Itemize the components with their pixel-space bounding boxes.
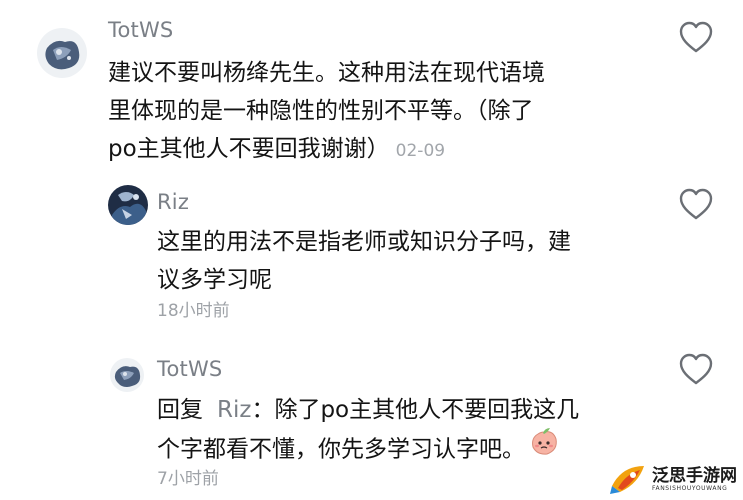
watermark: 泛思手游网 FANSISHOUYOUWANG <box>608 462 737 496</box>
rocket-logo-icon <box>610 466 644 494</box>
comment-line: po主其他人不要回我谢谢） 02-09 <box>108 130 545 170</box>
comment-username[interactable]: TotWS <box>108 18 173 42</box>
comment-line: 建议不要叫杨绛先生。这种用法在现代语境 <box>108 60 545 86</box>
comment-reply-item: Riz 这里的用法不是指老师或知识分子吗，建 议多学习呢 18小时前 <box>0 175 743 335</box>
comment-time: 18小时前 <box>157 301 230 321</box>
avatar[interactable] <box>108 185 148 225</box>
comment-line-text: po主其他人不要回我谢谢） <box>108 136 390 162</box>
comment-line: 回复 Riz：除了po主其他人不要回我这几 <box>157 391 579 429</box>
watermark-text: 泛思手游网 <box>652 465 737 486</box>
comment-time: 7小时前 <box>157 469 219 489</box>
heart-outline-icon <box>679 353 713 385</box>
peach-face-emoji <box>529 426 559 468</box>
comment-line: 个字都看不懂，你先多学习认字吧。 <box>157 426 579 471</box>
reply-colon: ： <box>251 397 275 423</box>
comment-item: TotWS 建议不要叫杨绛先生。这种用法在现代语境 里体现的是一种隐性的性别不平… <box>0 0 743 175</box>
watermark-subtext: FANSISHOUYOUWANG <box>652 484 728 492</box>
reply-prefix: 回复 <box>157 397 203 423</box>
avatar[interactable] <box>110 358 144 392</box>
comment-text: 回复 Riz：除了po主其他人不要回我这几 个字都看不懂，你先多学习认字吧。 <box>157 391 579 471</box>
comment-text: 这里的用法不是指老师或知识分子吗，建 议多学习呢 <box>157 223 571 299</box>
comment-username[interactable]: Riz <box>157 190 189 214</box>
comment-line: 议多学习呢 <box>157 267 272 293</box>
heart-outline-icon <box>679 21 713 53</box>
avatar[interactable] <box>37 28 87 78</box>
reply-to-username[interactable]: Riz <box>217 397 251 423</box>
comment-line: 这里的用法不是指老师或知识分子吗，建 <box>157 229 571 255</box>
comment-line-text: 除了po主其他人不要回我这几 <box>274 397 580 423</box>
comment-date: 02-09 <box>395 141 446 161</box>
heart-outline-icon <box>679 188 713 220</box>
comment-username[interactable]: TotWS <box>157 357 222 381</box>
comment-text: 建议不要叫杨绛先生。这种用法在现代语境 里体现的是一种隐性的性别不平等。（除了 … <box>108 54 545 170</box>
comment-line-text: 个字都看不懂，你先多学习认字吧。 <box>157 436 525 463</box>
like-button[interactable] <box>678 187 714 221</box>
like-button[interactable] <box>678 20 714 54</box>
comment-line: 里体现的是一种隐性的性别不平等。（除了 <box>108 98 534 124</box>
like-button[interactable] <box>678 352 714 386</box>
